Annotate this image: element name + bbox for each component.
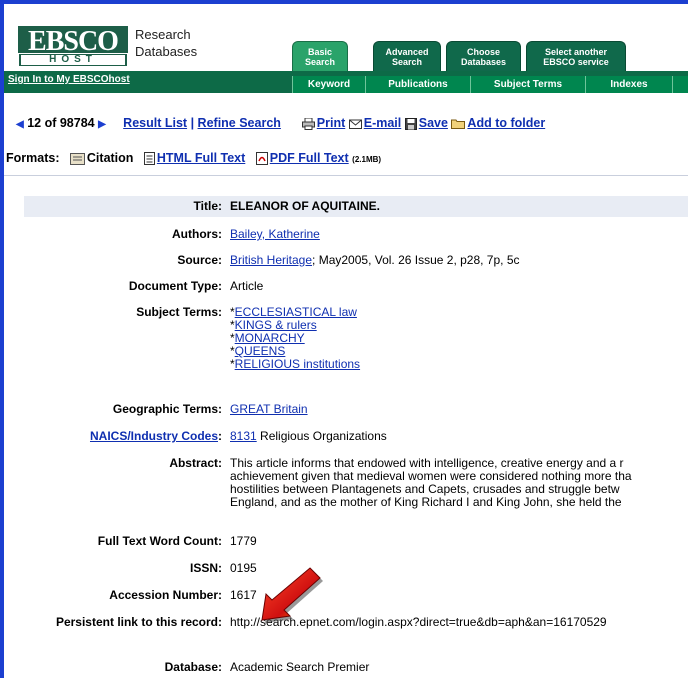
html-full-text-link[interactable]: HTML Full Text [143, 151, 249, 166]
subtab-indexes[interactable]: Indexes [585, 76, 672, 93]
citation-format[interactable]: Citation [69, 151, 137, 165]
naics-code-link[interactable]: 8131 [230, 429, 257, 443]
database-label: Database: [164, 660, 222, 674]
pointer-arrow-icon [261, 567, 323, 623]
subject-terms-list: *ECCLESIASTICAL law *KINGS & rulers *MON… [230, 305, 361, 371]
brand-text: Research Databases [135, 27, 198, 59]
subject-terms-label: Subject Terms: [136, 305, 222, 319]
previous-record-icon[interactable]: ◀ [16, 119, 24, 130]
logo-ebsco-text: EBSCO [18, 26, 128, 56]
pdf-file-size: (2.1MB) [352, 155, 382, 164]
subtab-publications[interactable]: Publications [365, 76, 470, 93]
source-label: Source: [177, 253, 222, 267]
result-list-link[interactable]: Result List [123, 116, 187, 130]
source-link[interactable]: British Heritage [230, 253, 312, 267]
subject-term-link[interactable]: QUEENS [235, 344, 286, 358]
word-count-value: 1779 [230, 534, 257, 548]
page-frame: EBSCO HOST Research Databases Basic Searc… [0, 0, 688, 678]
subject-term-link[interactable]: RELIGIOUS institutions [235, 357, 360, 371]
abstract-label: Abstract: [169, 456, 222, 470]
abstract-text: This article informs that endowed with i… [230, 456, 632, 509]
document-type-value: Article [230, 279, 264, 293]
geographic-terms-label: Geographic Terms: [112, 402, 222, 416]
naics-description: Religious Organizations [260, 429, 387, 443]
accession-number-value: 1617 [230, 588, 257, 602]
logo-host-text: HOST [21, 55, 125, 65]
author-link[interactable]: Bailey, Katherine [230, 227, 320, 241]
subtab-subject-terms[interactable]: Subject Terms [470, 76, 585, 93]
result-navigation: ◀ 12 of 98784 ▶ Result List | Refine Sea… [16, 116, 545, 130]
add-to-folder-button[interactable]: Add to folder [451, 116, 545, 130]
printer-icon [301, 117, 315, 130]
subtab-keyword[interactable]: Keyword [292, 76, 365, 93]
subject-term-link[interactable]: ECCLESIASTICAL law [235, 305, 357, 319]
document-type-label: Document Type: [128, 279, 222, 293]
citation-icon [69, 152, 85, 165]
formats-row: Formats: Citation HTML Full Text PDF Ful… [6, 151, 382, 166]
ebscohost-logo[interactable]: EBSCO HOST [18, 26, 128, 70]
html-document-icon [143, 152, 155, 166]
subject-term-link[interactable]: KINGS & rulers [235, 318, 317, 332]
folder-icon [451, 119, 466, 130]
save-button[interactable]: Save [404, 116, 452, 130]
record-title: ELEANOR OF AQUITAINE. [230, 199, 380, 213]
tab-basic-search[interactable]: Basic Search [292, 41, 348, 71]
pdf-icon [255, 152, 268, 166]
source-details: ; May2005, Vol. 26 Issue 2, p28, 7p, 5c [312, 253, 520, 267]
issn-label: ISSN: [189, 561, 222, 575]
print-button[interactable]: Print [301, 116, 349, 130]
envelope-icon [348, 119, 362, 130]
word-count-label: Full Text Word Count: [97, 534, 222, 548]
accession-number-label: Accession Number: [109, 588, 222, 602]
record-position: 12 of 98784 [27, 116, 95, 130]
subject-term-link[interactable]: MONARCHY [235, 331, 305, 345]
refine-search-link[interactable]: Refine Search [198, 116, 281, 130]
formats-label: Formats: [6, 151, 60, 165]
tab-choose-databases[interactable]: Choose Databases [446, 41, 521, 71]
title-label: Title: [193, 199, 222, 213]
tab-advanced-search[interactable]: Advanced Search [373, 41, 441, 71]
database-value: Academic Search Premier [230, 660, 370, 674]
next-record-icon[interactable]: ▶ [98, 119, 106, 130]
nav-divider: | [190, 116, 195, 130]
divider [4, 175, 688, 176]
sign-in-link[interactable]: Sign In to My EBSCOhost [8, 74, 130, 85]
geographic-term-link[interactable]: GREAT Britain [230, 402, 308, 416]
email-button[interactable]: E-mail [348, 116, 405, 130]
authors-label: Authors: [172, 227, 222, 241]
naics-codes-link[interactable]: NAICS/Industry Codes [90, 429, 218, 443]
floppy-disk-icon [404, 117, 417, 130]
subtab-more[interactable] [672, 76, 688, 93]
persistent-link-label: Persistent link to this record: [55, 615, 222, 629]
pdf-full-text-link[interactable]: PDF Full Text [255, 151, 352, 166]
issn-value: 0195 [230, 561, 257, 575]
tab-select-service[interactable]: Select another EBSCO service [526, 41, 626, 71]
